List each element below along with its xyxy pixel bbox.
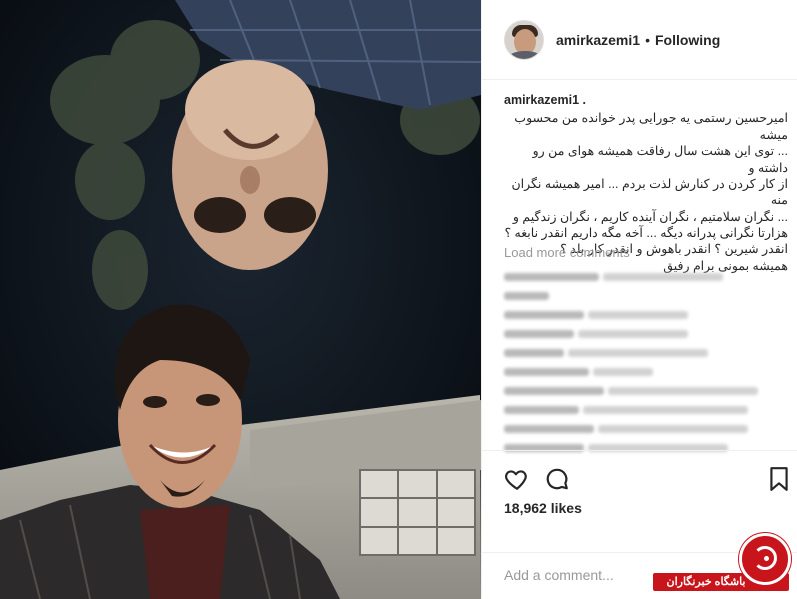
list-item (504, 439, 774, 452)
list-item (504, 287, 774, 300)
heart-outline-icon[interactable] (504, 466, 530, 492)
list-item (504, 363, 774, 376)
caption-username[interactable]: amirkazemi1 . (504, 92, 788, 108)
post-actions (482, 450, 797, 500)
list-item (504, 325, 774, 338)
avatar[interactable] (504, 19, 544, 60)
following-button[interactable]: Following (655, 32, 720, 48)
list-item (504, 344, 774, 357)
post-side-panel: amirkazemi1 • Following amirkazemi1 . ام… (481, 0, 797, 599)
list-item (504, 382, 774, 395)
post-header: amirkazemi1 • Following (482, 0, 797, 80)
header-user-line: amirkazemi1 • Following (556, 32, 720, 48)
likes-number: 18,962 (504, 500, 547, 516)
speech-bubble-icon[interactable] (544, 466, 570, 492)
watermark: باشگاه خبرنگاران (647, 527, 797, 599)
list-item (504, 401, 774, 414)
bookmark-icon[interactable] (768, 466, 794, 492)
list-item (504, 420, 774, 433)
post-photo[interactable] (0, 0, 481, 599)
selfie-photo-image (0, 0, 481, 599)
watermark-logo-icon (739, 533, 791, 585)
list-item (504, 306, 774, 319)
likes-label: likes (550, 500, 582, 516)
list-item (504, 268, 774, 281)
load-more-comments-link[interactable]: Load more comments (504, 245, 630, 260)
header-separator: • (645, 31, 650, 48)
likes-count[interactable]: 18,962 likes (504, 500, 582, 516)
comments-list (504, 268, 774, 458)
header-username[interactable]: amirkazemi1 (556, 32, 640, 48)
